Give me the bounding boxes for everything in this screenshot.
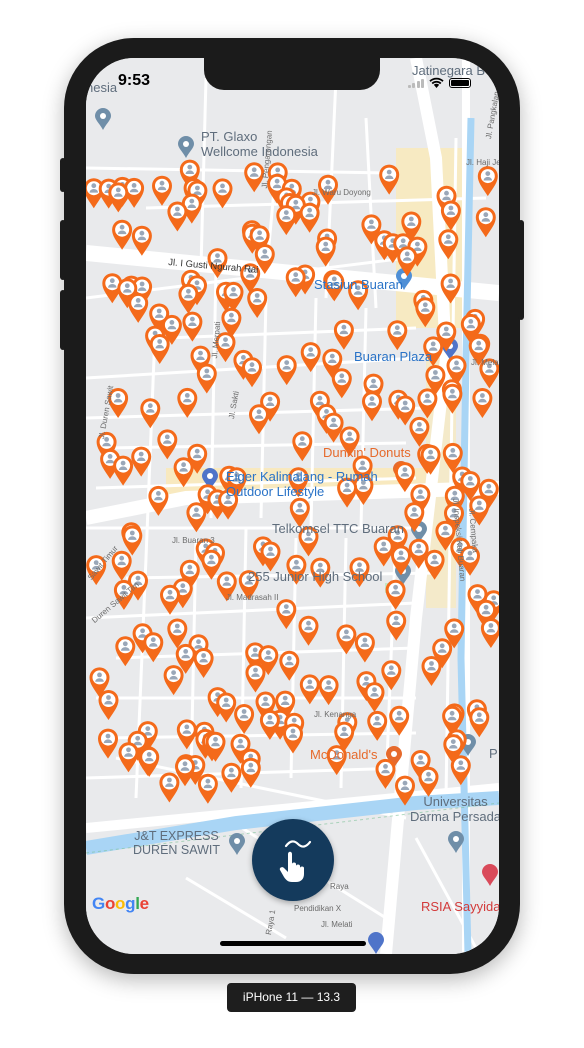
street-label: Jl. Melati Raya: [471, 358, 499, 367]
map-label-line: DUREN SAWIT: [133, 843, 221, 858]
cellular-signal-icon: [407, 78, 424, 88]
map-label-universitas[interactable]: Universitas Darma Persada: [410, 794, 499, 825]
street-label: Jl. Waru Doyong: [312, 188, 371, 197]
street-label: Raya: [330, 882, 349, 891]
gesture-fab-button[interactable]: [252, 819, 334, 901]
map-label-nesia: nesia: [86, 80, 118, 95]
volume-up-button: [60, 220, 66, 280]
status-icons: [407, 77, 471, 88]
map-label-line: Wellcome Indonesia: [201, 143, 318, 159]
map-label-eiger[interactable]: Eiger Kalimalang - Rumah Outdoor Lifesty…: [226, 469, 378, 500]
map-label-jnt[interactable]: J&T EXPRESS DUREN SAWIT: [133, 829, 220, 858]
battery-icon: [449, 77, 471, 88]
map-label-p: P: [489, 746, 498, 761]
map-label-junior-high[interactable]: 255 Junior High School: [248, 569, 382, 585]
street-label: Jl. Madrasah II: [226, 593, 279, 602]
street-label: Jl. Kenanga: [314, 710, 357, 719]
street-label: Jl. Melati: [321, 920, 353, 929]
power-button: [518, 220, 524, 320]
hand-pointer-gesture-icon: [279, 840, 312, 882]
street-label: Jl. Haji Jebris: [466, 158, 499, 167]
map-label-line: PT. Glaxo: [201, 129, 258, 144]
map-label-mcdonalds[interactable]: McDonald's: [310, 747, 378, 763]
map-label-buaran-plaza[interactable]: Buaran Plaza: [354, 349, 432, 365]
map-label-dunkin[interactable]: Dunkin' Donuts: [323, 445, 411, 461]
device-caption: iPHone 11 — 13.3: [227, 983, 356, 1012]
volume-down-button: [60, 290, 66, 350]
map-label-pt-glaxo[interactable]: PT. Glaxo Wellcome Indonesia: [201, 129, 318, 160]
silent-switch: [60, 158, 66, 192]
street-label: Pendidikan X: [294, 904, 342, 913]
map-label-telkomsel[interactable]: Telkomsel TTC Buaran: [272, 521, 404, 537]
map-label-rsia[interactable]: RSIA Sayyidah: [421, 899, 499, 915]
map-label-stasiun-buaran[interactable]: Stasiun Buaran: [314, 277, 403, 293]
map-label-line: Outdoor Lifestyle: [226, 483, 325, 499]
wifi-icon: [429, 77, 444, 88]
map-label-line: Eiger Kalimalang - Rumah: [226, 469, 378, 484]
map-label-line: Darma Persada: [410, 808, 499, 824]
map-label-line: Universitas: [423, 794, 488, 809]
home-indicator[interactable]: [220, 941, 366, 946]
status-time: 9:53: [118, 72, 151, 89]
map-label-line: J&T EXPRESS: [134, 829, 219, 843]
google-logo: Google: [92, 894, 149, 913]
notch: [204, 58, 380, 90]
screen: nesia Jatinegara B PT. Glaxo Wellcome In…: [86, 58, 499, 954]
street-label: Jl. Buaran 3: [172, 536, 215, 545]
